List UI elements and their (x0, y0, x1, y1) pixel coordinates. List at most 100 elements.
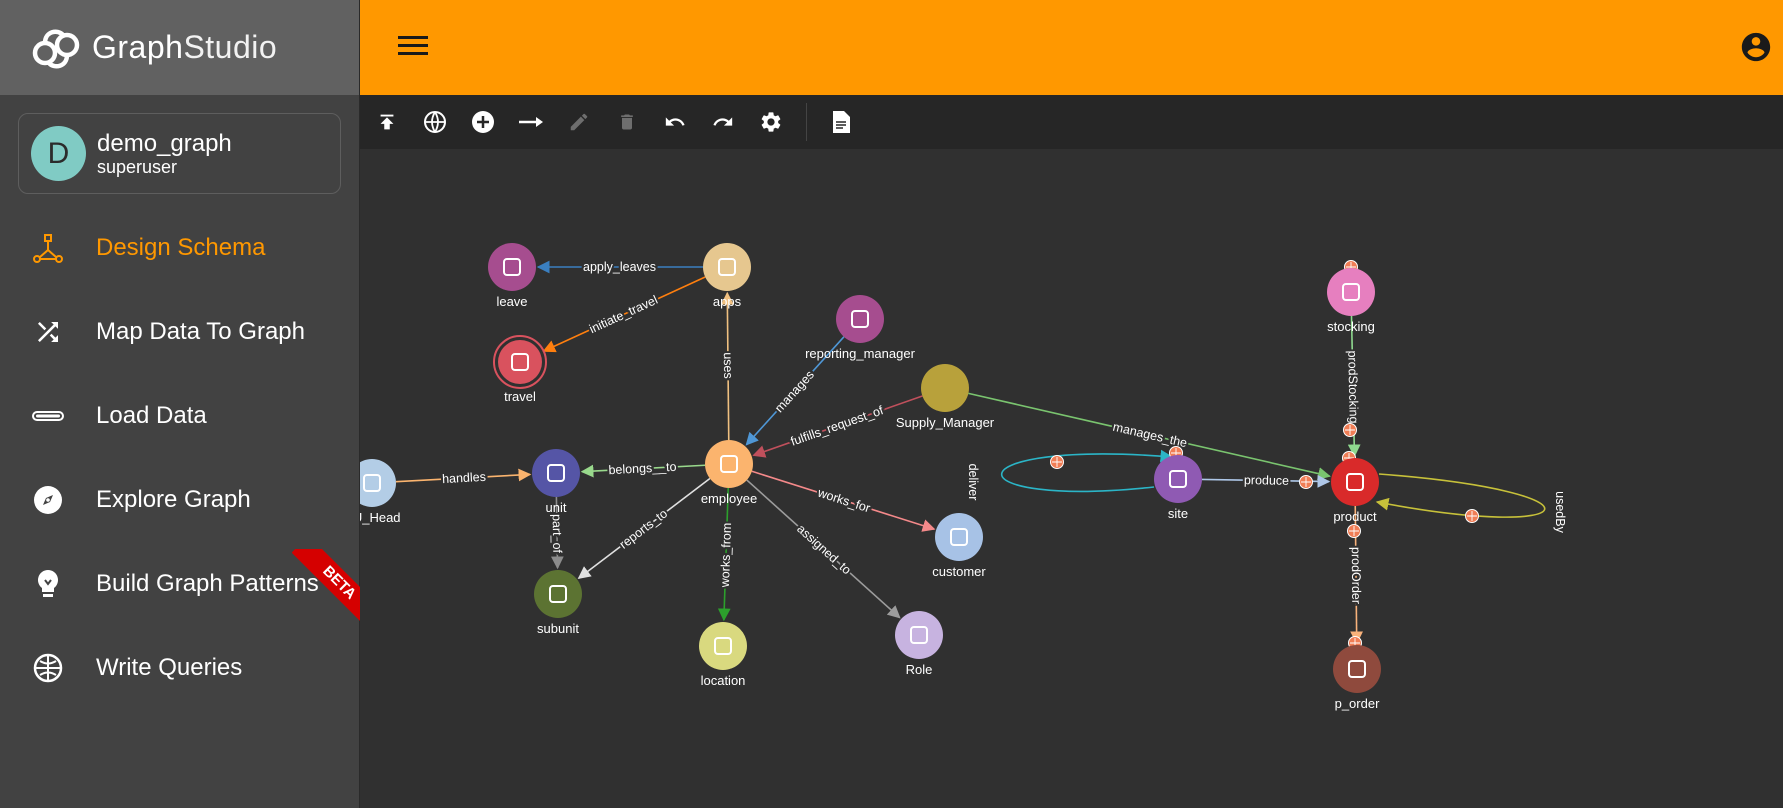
add-edge-icon[interactable] (516, 107, 546, 137)
redo-icon[interactable] (708, 107, 738, 137)
edge-globe-icon (1343, 423, 1357, 437)
vertex-label: Supply_Manager (896, 415, 995, 430)
nav-label: Design Schema (96, 234, 266, 261)
edge-label: reports_to (617, 506, 670, 551)
vertex-label: travel (504, 389, 536, 404)
nav-design-schema[interactable]: Design Schema (0, 213, 359, 283)
nav-explore-graph[interactable]: Explore Graph (0, 465, 359, 535)
vertex-Supply_Manager[interactable]: Supply_Manager (896, 364, 995, 430)
vertex-label: p_order (1335, 696, 1380, 711)
vertex-label: DU_Head (360, 510, 401, 525)
edge-label: prodStocking (1345, 350, 1361, 423)
nav-label: Write Queries (96, 654, 243, 681)
publish-icon[interactable] (372, 107, 402, 137)
vertex-p_order[interactable]: p_order (1333, 645, 1381, 711)
vertex-site[interactable]: site (1154, 455, 1202, 521)
edge-deliver[interactable] (1000, 449, 1174, 493)
vertex-employee[interactable]: employee (701, 440, 757, 506)
query-globe-icon (30, 650, 66, 686)
logo-text-studio: Studio (183, 29, 278, 65)
hamburger-menu-icon[interactable] (398, 32, 428, 62)
edge-globe-icon (1299, 475, 1313, 489)
edge-label: works_for (815, 485, 872, 515)
shuffle-icon (30, 314, 66, 350)
nav-map-data[interactable]: Map Data To Graph (0, 297, 359, 367)
lightbulb-icon (30, 566, 66, 602)
edge-label: produce (1244, 473, 1289, 488)
load-bar-icon (30, 398, 66, 434)
edge-label: manages_the (1112, 420, 1189, 451)
edge-usedBy[interactable] (1375, 473, 1546, 518)
top-app-bar (360, 0, 1783, 95)
vertex-travel[interactable]: travel (493, 335, 547, 404)
vertex-reporting_manager[interactable]: reporting_manager (805, 295, 916, 361)
vertex-label: Role (906, 662, 933, 677)
vertex-label: product (1333, 509, 1377, 524)
globe-icon[interactable] (420, 107, 450, 137)
vertex-label: subunit (537, 621, 579, 636)
logo-bar: GraphStudio (0, 0, 359, 95)
schema-graph[interactable]: apply_leaves initiate_traveluses managesfu… (360, 149, 1783, 808)
edge-label: assigned_to (794, 522, 854, 578)
nav-label: Build Graph Patterns (96, 570, 319, 597)
app-logo-text: GraphStudio (92, 29, 277, 66)
schema-icon (30, 230, 66, 266)
nav-label: Load Data (96, 402, 207, 429)
graph-selector[interactable]: D demo_graph superuser (18, 113, 341, 194)
vertex-unit[interactable]: unit (532, 449, 580, 515)
vertex-location[interactable]: location (699, 622, 747, 688)
vertex-DU_Head[interactable]: DU_Head (360, 459, 401, 525)
edge-label: handles (442, 470, 486, 486)
logo-text-graph: Graph (92, 29, 184, 65)
edge-label: manages (772, 368, 817, 416)
edge-label: usedBy (1553, 491, 1567, 533)
edge-label: initiate_travel (587, 293, 660, 336)
vertex-label: customer (932, 564, 986, 579)
undo-icon[interactable] (660, 107, 690, 137)
vertex-customer[interactable]: customer (932, 513, 986, 579)
toolbar-divider (806, 103, 807, 141)
edge-globe-icon (1347, 524, 1361, 538)
compass-icon (30, 482, 66, 518)
edge-globe-icon (1050, 455, 1064, 469)
app-root: GraphStudio D demo_graph superuser Desig… (0, 0, 1783, 808)
vertex-label: location (701, 673, 746, 688)
graph-avatar: D (31, 126, 86, 181)
edge-label: works_from (718, 522, 734, 588)
nav-load-data[interactable]: Load Data (0, 381, 359, 451)
graph-user: superuser (97, 156, 178, 177)
edge-label: uses (721, 352, 735, 379)
vertex-apps[interactable]: apps (703, 243, 751, 309)
schema-canvas[interactable]: apply_leaves initiate_traveluses manages fu… (360, 149, 1783, 808)
nav-label: Map Data To Graph (96, 318, 306, 345)
vertex-subunit[interactable]: subunit (534, 570, 582, 636)
vertex-leave[interactable]: leave (488, 243, 536, 309)
sidebar: GraphStudio D demo_graph superuser Desig… (0, 0, 372, 808)
edge-label: deliver (966, 464, 980, 501)
vertex-product[interactable]: product (1331, 458, 1379, 524)
vertex-Role[interactable]: Role (895, 611, 943, 677)
vertex-label: employee (701, 491, 757, 506)
vertex-label: stocking (1327, 319, 1375, 334)
edge-label: part_of (550, 514, 565, 554)
settings-icon[interactable] (756, 107, 786, 137)
vertex-label: leave (496, 294, 527, 309)
account-circle-icon[interactable] (1739, 30, 1773, 64)
vertex-stocking[interactable]: stocking (1327, 268, 1375, 334)
nav-label: Explore Graph (96, 486, 251, 513)
document-icon[interactable] (826, 107, 856, 137)
nav-write-queries[interactable]: Write Queries (0, 633, 359, 703)
delete-icon[interactable] (612, 107, 642, 137)
edit-icon[interactable] (564, 107, 594, 137)
edge-label: fulfills_request_of (789, 403, 886, 449)
graph-name: demo_graph (97, 129, 232, 157)
edge-label: belongs__to (608, 460, 677, 478)
add-vertex-icon[interactable] (468, 107, 498, 137)
edge-label: apply_leaves (583, 260, 656, 274)
vertex-label: site (1168, 506, 1188, 521)
vertex-label: apps (713, 294, 742, 309)
schema-toolbar (360, 95, 1783, 149)
edge-globe-icon (1465, 509, 1479, 523)
vertex-label: reporting_manager (805, 346, 916, 361)
edge-label: prodOrder (1349, 547, 1364, 604)
